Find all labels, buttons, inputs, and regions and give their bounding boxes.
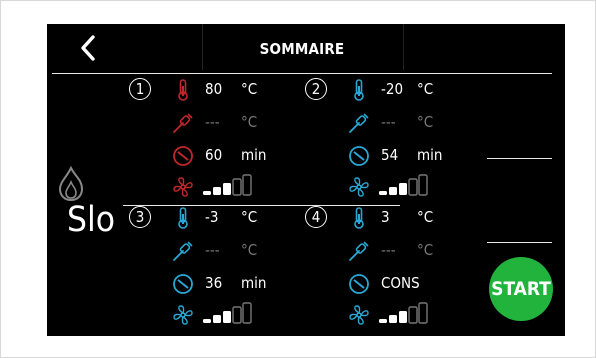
thermometer-icon	[171, 78, 195, 102]
header: SOMMAIRE	[47, 24, 565, 70]
zone-number-badge: 3	[129, 206, 151, 228]
time-unit: min	[241, 146, 267, 164]
fan-level-bar	[418, 174, 428, 196]
temperature-unit: °C	[417, 80, 434, 98]
zone-3[interactable]: 3 -3 °C --- °C 36 min	[129, 206, 299, 330]
fan-level-bar	[418, 302, 428, 324]
fan-level-bar	[408, 178, 418, 196]
page-title: SOMMAIRE	[259, 40, 345, 58]
time-unit: min	[417, 146, 443, 164]
time-value[interactable]: 36	[205, 273, 222, 293]
thermometer-icon	[347, 78, 371, 102]
fan-icon	[347, 175, 371, 199]
fan-icon	[171, 175, 195, 199]
side-divider	[487, 158, 552, 159]
fan-level-bar	[389, 315, 397, 323]
side-divider	[487, 242, 552, 243]
zone-1[interactable]: 1 80 °C --- °C 60 min	[129, 78, 299, 202]
probe-icon	[171, 111, 195, 135]
temperature-unit: °C	[241, 80, 258, 98]
probe-unit: °C	[417, 113, 434, 131]
temperature-unit: °C	[241, 208, 258, 226]
fan-speed-indicator[interactable]	[201, 301, 255, 325]
time-value[interactable]: 54	[381, 145, 398, 165]
oven-screen: SOMMAIRE Slo START 1 80 °C --- °C 60 min	[47, 24, 565, 336]
fan-level-bar	[223, 311, 231, 323]
fan-speed-indicator[interactable]	[201, 173, 255, 197]
fan-level-bar	[408, 306, 418, 324]
fan-speed-indicator[interactable]	[377, 301, 431, 325]
temperature-unit: °C	[417, 208, 434, 226]
timer-icon	[347, 144, 371, 168]
fan-level-bar	[399, 311, 407, 323]
fan-level-bar	[213, 315, 221, 323]
timer-icon	[171, 272, 195, 296]
fan-level-bar	[242, 302, 252, 324]
fan-level-bar	[232, 178, 242, 196]
fan-level-bar	[223, 183, 231, 195]
fan-level-bar	[213, 187, 221, 195]
fan-level-bar	[203, 319, 211, 323]
zone-4[interactable]: 4 3 °C --- °C CONS	[305, 206, 475, 330]
back-button[interactable]	[67, 32, 107, 64]
probe-value[interactable]: ---	[205, 112, 220, 132]
start-button[interactable]: START	[489, 257, 553, 321]
timer-icon	[347, 272, 371, 296]
thermometer-icon	[171, 206, 195, 230]
probe-unit: °C	[417, 241, 434, 259]
probe-value[interactable]: ---	[381, 240, 396, 260]
mode-label: Slo	[67, 200, 116, 240]
fan-icon	[171, 303, 195, 327]
zone-number-badge: 2	[305, 78, 327, 100]
fan-level-bar	[232, 306, 242, 324]
time-value[interactable]: CONS	[381, 273, 420, 293]
temperature-value[interactable]: -20	[381, 79, 403, 99]
chevron-left-icon	[81, 35, 95, 61]
fan-icon	[347, 303, 371, 327]
fan-level-bar	[203, 191, 211, 195]
fan-level-bar	[242, 174, 252, 196]
time-value[interactable]: 60	[205, 145, 222, 165]
temperature-value[interactable]: 80	[205, 79, 222, 99]
fan-level-bar	[399, 183, 407, 195]
probe-value[interactable]: ---	[205, 240, 220, 260]
probe-unit: °C	[241, 113, 258, 131]
fan-level-bar	[379, 319, 387, 323]
flame-icon	[57, 165, 85, 202]
fan-level-bar	[389, 187, 397, 195]
temperature-value[interactable]: 3	[381, 207, 390, 227]
probe-unit: °C	[241, 241, 258, 259]
header-underline	[52, 73, 552, 74]
time-unit: min	[241, 274, 267, 292]
zone-2[interactable]: 2 -20 °C --- °C 54 min	[305, 78, 475, 202]
probe-icon	[347, 111, 371, 135]
temperature-value[interactable]: -3	[205, 207, 218, 227]
header-divider	[403, 24, 404, 70]
fan-speed-indicator[interactable]	[377, 173, 431, 197]
probe-icon	[347, 239, 371, 263]
fan-level-bar	[379, 191, 387, 195]
thermometer-icon	[347, 206, 371, 230]
probe-value[interactable]: ---	[381, 112, 396, 132]
timer-icon	[171, 144, 195, 168]
zone-number-badge: 1	[129, 78, 151, 100]
probe-icon	[171, 239, 195, 263]
zone-number-badge: 4	[305, 206, 327, 228]
